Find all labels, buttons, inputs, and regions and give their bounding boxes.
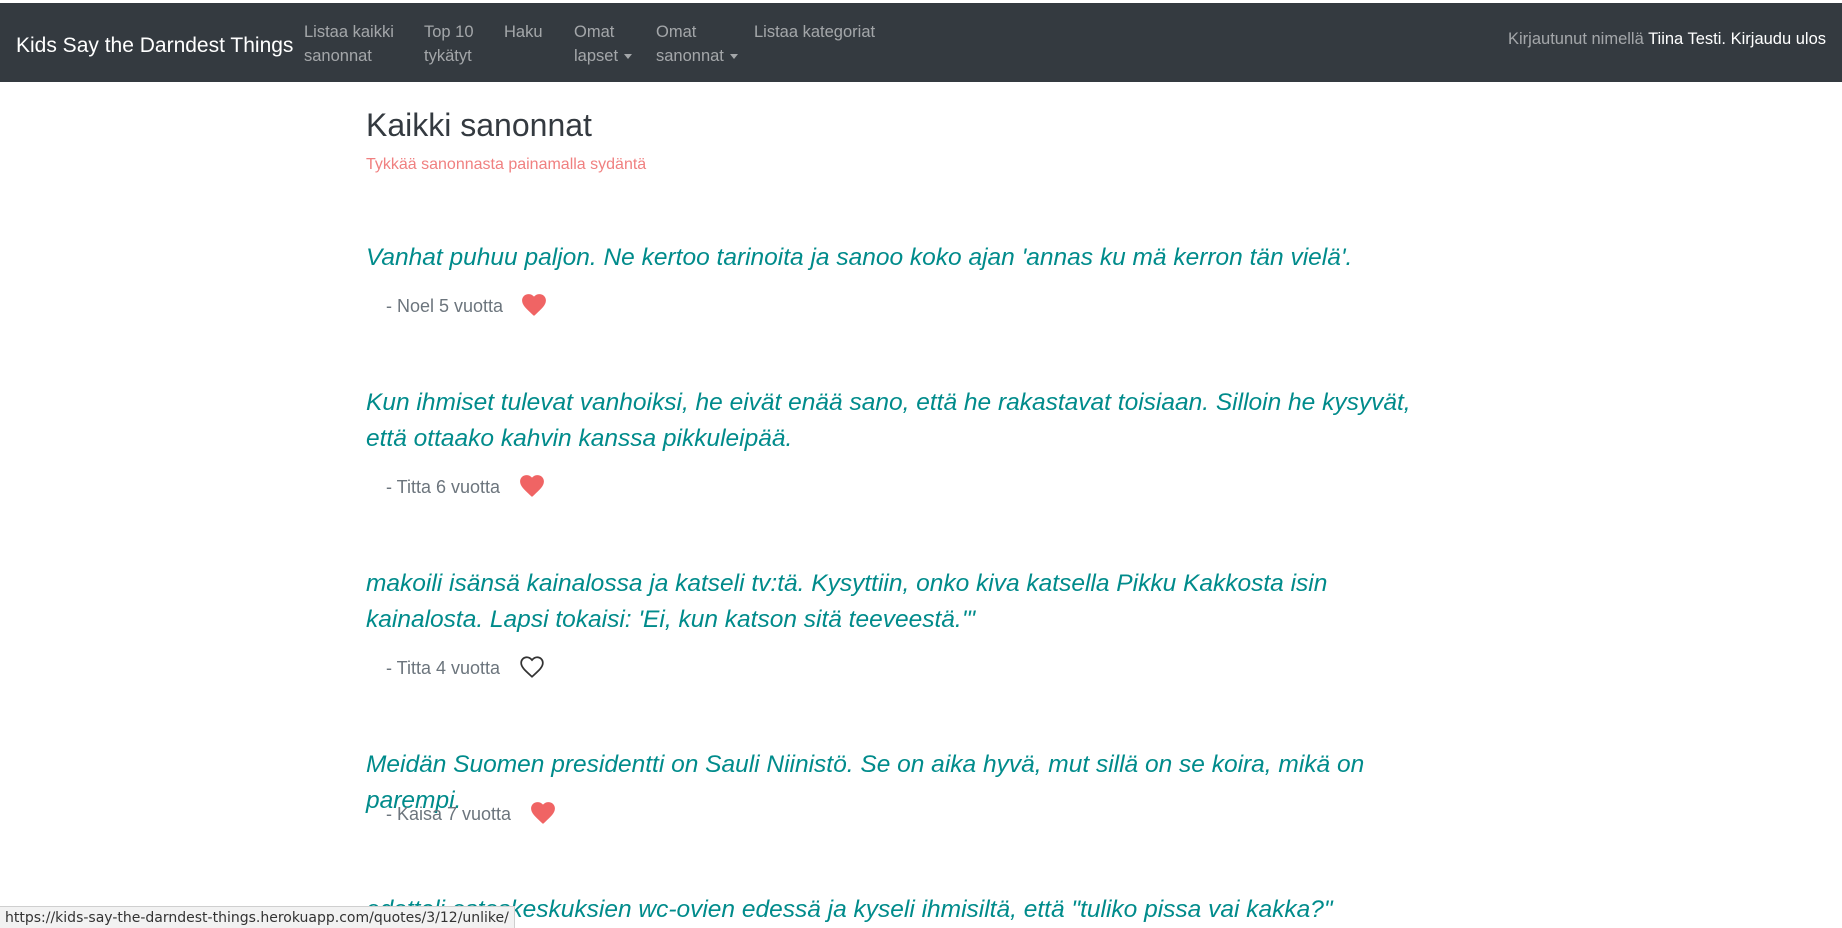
heart-outline-icon[interactable]: [519, 655, 545, 679]
nav-label-line2: tykätyt: [424, 47, 472, 65]
nav-list-all-quotes[interactable]: Listaa kaikki sanonnat: [304, 20, 394, 68]
brand-link[interactable]: Kids Say the Darndest Things: [16, 33, 293, 59]
nav-list-categories[interactable]: Listaa kategoriat: [754, 20, 875, 44]
nav-label-line1: Omat: [656, 23, 697, 41]
page: Kids Say the Darndest Things Listaa kaik…: [0, 0, 1842, 928]
quote-author: - Kaisa 7 vuotta: [386, 804, 512, 824]
page-title: Kaikki sanonnat: [366, 107, 592, 143]
nav-top10-liked[interactable]: Top 10 tykätyt: [424, 20, 474, 68]
quote-author: - Titta 6 vuotta: [386, 477, 501, 497]
quote-text: Meidän Suomen presidentti on Sauli Niini…: [366, 751, 1365, 814]
quote-text: makoili isänsä kainalossa ja katseli tv:…: [366, 570, 1328, 633]
quote-text: odotteli ostoskeskuksien wc-ovien edessä…: [366, 896, 1333, 923]
chevron-down-icon: [729, 54, 738, 60]
logout-link[interactable]: Kirjaudu ulos: [1731, 30, 1826, 48]
heart-filled-icon[interactable]: [519, 474, 545, 498]
status-bar-url: https://kids-say-the-darndest-things.her…: [0, 906, 515, 928]
logged-in-prefix: Kirjautunut nimellä: [1508, 30, 1644, 48]
heart-filled-icon[interactable]: [521, 293, 547, 317]
quote-author: - Noel 5 vuotta: [386, 296, 504, 316]
nav-label-line1: Haku: [504, 23, 543, 41]
nav-own-children-dropdown[interactable]: Omat lapset: [574, 20, 633, 68]
nav-label-line1: Listaa kategoriat: [754, 23, 876, 41]
nav-label-line1: Top 10: [424, 23, 474, 41]
quote-text: Vanhat puhuu paljon. Ne kertoo tarinoita…: [366, 244, 1353, 271]
user-name: Tiina Testi.: [1648, 30, 1727, 48]
user-status: Kirjautunut nimellä Tiina Testi. Kirjaud…: [1508, 27, 1826, 51]
navbar: Kids Say the Darndest Things Listaa kaik…: [0, 3, 1842, 82]
nav-label-line1: Listaa kaikki: [304, 23, 394, 41]
nav-own-quotes-dropdown[interactable]: Omat sanonnat: [656, 20, 738, 68]
nav-label-line2: lapset: [574, 47, 619, 65]
quote-author: - Titta 4 vuotta: [386, 658, 501, 678]
nav-label-line1: Omat: [574, 23, 615, 41]
page-subtitle: Tykkää sanonnasta painamalla sydäntä: [366, 156, 647, 173]
chevron-down-icon: [624, 54, 633, 60]
quote-text: Kun ihmiset tulevat vanhoiksi, he eivät …: [366, 389, 1411, 452]
heart-filled-icon[interactable]: [530, 801, 556, 825]
nav-label-line2: sanonnat: [304, 47, 372, 65]
nav-search[interactable]: Haku: [504, 20, 543, 44]
nav-label-line2: sanonnat: [656, 47, 724, 65]
